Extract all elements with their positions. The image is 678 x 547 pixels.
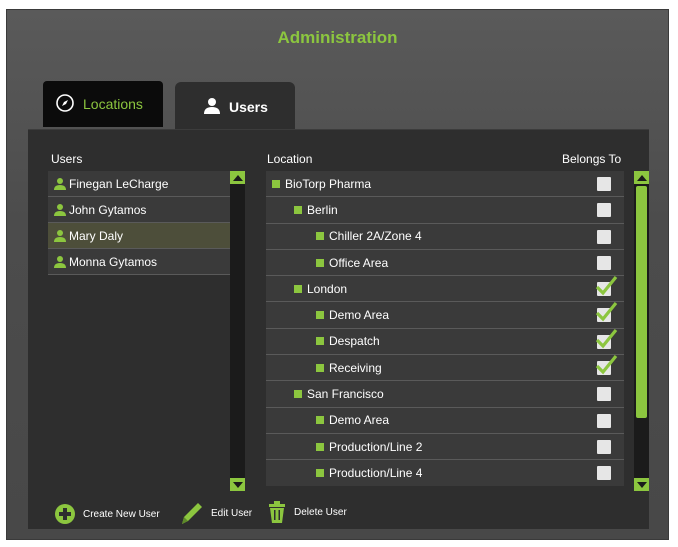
- checkmark-icon: [595, 302, 618, 322]
- user-row-john[interactable]: John Gytamos: [48, 197, 230, 223]
- location-square-icon: [316, 232, 324, 241]
- compass-icon: [55, 93, 75, 116]
- pencil-icon: [182, 503, 202, 524]
- delete-user-label: Delete User: [294, 506, 347, 518]
- location-row[interactable]: Receiving: [266, 355, 624, 382]
- location-square-icon: [272, 179, 280, 188]
- location-name: Berlin: [307, 202, 338, 217]
- belongs-checkbox[interactable]: [597, 229, 611, 244]
- scroll-up-button[interactable]: [634, 171, 649, 184]
- location-square-icon: [316, 468, 324, 477]
- tab-locations-label: Locations: [83, 96, 143, 112]
- users-scrollbar[interactable]: [230, 171, 245, 491]
- location-row[interactable]: Demo Area: [266, 302, 624, 329]
- location-name: Despatch: [329, 334, 380, 349]
- location-square-icon: [316, 442, 324, 451]
- location-square-icon: [316, 337, 324, 346]
- location-row[interactable]: San Francisco: [266, 381, 624, 408]
- location-row[interactable]: Berlin: [266, 197, 624, 224]
- location-row[interactable]: Despatch: [266, 328, 624, 356]
- location-name: Production/Line 4: [329, 465, 423, 480]
- location-row[interactable]: Office Area: [266, 249, 624, 277]
- plus-circle-icon: [55, 504, 75, 524]
- location-name: Office Area: [329, 255, 389, 270]
- belongs-checkbox[interactable]: [597, 387, 611, 402]
- user-icon: [54, 255, 66, 268]
- user-row-mary[interactable]: Mary Daly: [48, 223, 230, 249]
- user-icon: [54, 203, 66, 216]
- belongs-checkbox[interactable]: [597, 466, 611, 481]
- tab-locations[interactable]: Locations: [43, 81, 163, 127]
- belongs-to-header: Belongs To: [562, 152, 622, 166]
- trash-icon: [269, 501, 285, 523]
- location-square-icon: [316, 416, 324, 425]
- location-square-icon: [294, 284, 302, 293]
- belongs-checkbox[interactable]: [597, 439, 611, 454]
- delete-user-button[interactable]: Delete User: [267, 501, 347, 523]
- location-row[interactable]: Production/Line 2: [266, 433, 624, 461]
- location-name: San Francisco: [307, 387, 384, 402]
- location-square-icon: [294, 390, 302, 399]
- user-icon: [54, 229, 66, 242]
- location-row[interactable]: BioTorp Pharma: [266, 171, 624, 198]
- location-header: Location: [267, 152, 313, 166]
- edit-user-label: Edit User: [211, 507, 253, 519]
- tab-users[interactable]: Users: [175, 82, 295, 132]
- location-row[interactable]: Demo Area: [266, 407, 624, 434]
- location-name: Demo Area: [329, 308, 390, 323]
- location-name: Production/Line 2: [329, 439, 423, 454]
- belongs-checkbox[interactable]: [597, 177, 611, 191]
- location-name: Receiving: [329, 360, 382, 375]
- location-name: Demo Area: [329, 413, 390, 428]
- location-row[interactable]: Chiller 2A/Zone 4: [266, 223, 624, 250]
- user-name: Mary Daly: [69, 228, 124, 243]
- location-square-icon: [316, 311, 324, 320]
- create-new-user-button[interactable]: Create New User: [54, 503, 160, 525]
- location-row[interactable]: Production/Line 4: [266, 460, 624, 486]
- edit-user-button[interactable]: Edit User: [180, 500, 252, 526]
- user-icon: [203, 97, 221, 118]
- page-title: Administration: [277, 28, 398, 47]
- user-name: John Gytamos: [69, 202, 147, 217]
- user-row-finegan[interactable]: Finegan LeCharge: [48, 171, 230, 197]
- scroll-up-button[interactable]: [230, 171, 245, 184]
- user-name: Finegan LeCharge: [69, 176, 169, 191]
- create-new-user-label: Create New User: [83, 508, 160, 520]
- location-square-icon: [316, 363, 324, 372]
- scroll-thumb[interactable]: [636, 186, 647, 418]
- users-list: Finegan LeCharge John Gytamos Mary Daly …: [48, 171, 230, 492]
- tab-users-label: Users: [229, 99, 268, 115]
- checkmark-icon: [595, 276, 618, 296]
- location-name: Chiller 2A/Zone 4: [329, 229, 422, 244]
- belongs-checkbox[interactable]: [597, 203, 611, 218]
- locations-list: BioTorp Pharma Berlin Chiller 2A/Zone 4 …: [266, 171, 624, 486]
- checkmark-icon: [595, 355, 618, 375]
- users-header: Users: [51, 152, 83, 166]
- user-row-monna[interactable]: Monna Gytamos: [48, 249, 230, 275]
- location-square-icon: [294, 205, 302, 214]
- belongs-checkbox[interactable]: [597, 413, 611, 428]
- scroll-down-button[interactable]: [230, 478, 245, 491]
- scroll-down-button[interactable]: [634, 478, 649, 491]
- location-name: London: [307, 281, 348, 296]
- location-name: BioTorp Pharma: [285, 176, 372, 191]
- location-square-icon: [316, 258, 324, 267]
- user-icon: [54, 177, 66, 190]
- checkmark-icon: [595, 328, 618, 349]
- belongs-checkbox[interactable]: [597, 255, 611, 270]
- user-name: Monna Gytamos: [69, 254, 158, 269]
- location-row[interactable]: London: [266, 276, 624, 303]
- locations-scrollbar[interactable]: [634, 171, 649, 491]
